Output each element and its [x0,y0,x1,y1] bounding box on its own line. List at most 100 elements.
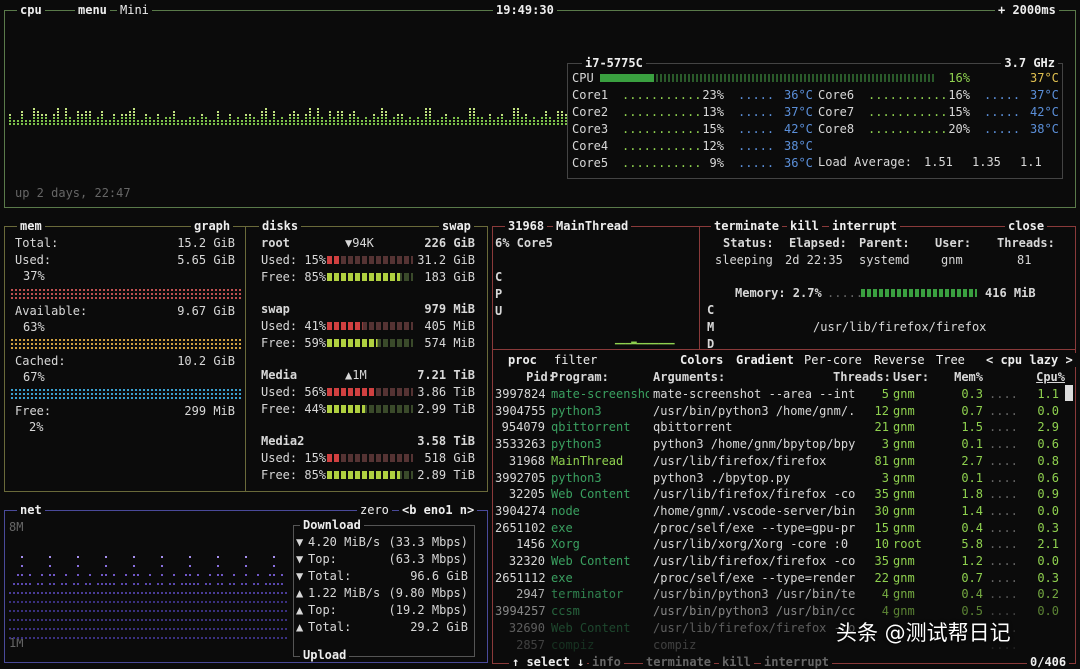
net-graph-dot [185,583,187,585]
interval-button[interactable]: + 2000ms [995,3,1059,17]
disk-name[interactable]: swap [261,301,290,317]
gradient-toggle[interactable]: Gradient [733,353,797,367]
percore-toggle[interactable]: Per-core [801,353,865,367]
disk-free: 2.89 TiB [417,468,475,482]
mem-graph-dot [163,343,165,345]
mem-graph-dot [191,339,193,341]
proc-row[interactable]: 2947 terminator /usr/bin/python3 /usr/bi… [493,586,1063,602]
proc-terminate-button[interactable]: terminate [643,655,715,669]
mem-graph-dot [223,397,225,399]
proc-header[interactable]: Arguments: [653,369,725,385]
kill-button[interactable]: kill [787,219,822,233]
net-graph-dot [217,592,219,594]
mem-graph-dot [15,389,17,391]
mode-button[interactable]: Mini [117,3,152,17]
net-graph [9,556,287,639]
proc-row[interactable]: 2651102 exe /proc/self/exe --type=gpu-pr… [493,520,1063,536]
proc-row[interactable]: 3533263 python3 python3 /home/gnm/bpytop… [493,436,1063,452]
terminate-button[interactable]: terminate [711,219,783,233]
menu-button[interactable]: menu [75,3,110,17]
proc-kill-button[interactable]: kill [719,655,754,669]
proc-row[interactable]: 32205 Web Content /usr/lib/firefox/firef… [493,486,1063,502]
cpu-graph-dot [453,117,455,119]
net-graph-dot [133,565,135,567]
info-button[interactable]: info [589,655,624,669]
cpu-graph-dot [417,123,419,125]
proc-header[interactable]: Pid: [495,369,555,385]
proc-header[interactable]: Mem% [939,369,983,385]
net-graph-dot [53,628,55,630]
proc-row[interactable]: 3904755 python3 /usr/bin/python3 /home/g… [493,403,1063,419]
cpu-graph-dot [269,123,271,125]
mem-graph-dot [79,343,81,345]
proc-row[interactable]: 3992705 python3 python3 ./bpytop.py 3 gn… [493,470,1063,486]
proc-row[interactable]: 3994257 ccsm /usr/bin/python3 /usr/bin/c… [493,603,1063,619]
close-button[interactable]: close [1005,219,1048,233]
mem-graph-dot [123,393,125,395]
select-nav[interactable]: ↑ select ↓ [509,655,588,669]
proc-row[interactable]: 1456 Xorg /usr/lib/xorg/Xorg -core :0 - … [493,536,1063,552]
net-graph-dot [69,628,71,630]
disk-name[interactable]: Media [261,367,297,383]
proc-user: gnm [893,453,915,468]
mem-label[interactable]: mem [17,219,45,233]
proc-label[interactable]: proc [505,353,540,367]
colors-toggle[interactable]: Colors [677,353,727,367]
proc-row[interactable]: 32320 Web Content /usr/lib/firefox/firef… [493,553,1063,569]
net-graph-dot [193,592,195,594]
net-graph-dot [217,556,219,558]
sort-selector[interactable]: < cpu lazy > [983,353,1076,367]
net-graph-dot [29,583,31,585]
disk-name[interactable]: root [261,235,290,251]
net-iface-selector[interactable]: <b eno1 n> [399,503,478,517]
net-graph-dot [29,592,31,594]
mem-graph-toggle[interactable]: graph [191,219,234,233]
proc-interrupt-button[interactable]: interrupt [761,655,833,669]
interrupt-button[interactable]: interrupt [829,219,901,233]
proc-header[interactable]: Threads: [833,369,891,385]
proc-row[interactable]: 3904274 node /home/gnm/.vscode-server/bi… [493,503,1063,519]
proc-header[interactable]: Program: [551,369,609,385]
mem-graph-dot [103,343,105,345]
disk-name[interactable]: Media2 [261,433,304,449]
proc-row[interactable]: 3997824 mate-screensho mate-screenshot -… [493,386,1063,402]
net-graph-dot [41,637,43,639]
tree-toggle[interactable]: Tree [933,353,968,367]
net-graph-dot [277,601,279,603]
mem-graph-dot [239,297,241,299]
net-graph-dot [117,610,119,612]
mem-graph-dot [127,339,129,341]
proc-row[interactable]: 954079 qbittorrent qbittorrent 21 gnm 1.… [493,419,1063,435]
proc-header[interactable]: User: [893,369,929,385]
net-row-value: (9.80 Mbps) [388,586,468,600]
net-graph-dot [193,619,195,621]
mem-graph-dot [55,293,57,295]
mem-graph-dot [191,393,193,395]
cpu-graph-dot [477,123,479,125]
swap-toggle[interactable]: swap [439,219,474,233]
proc-row[interactable]: 31968 MainThread /usr/lib/firefox/firefo… [493,453,1063,469]
reverse-toggle[interactable]: Reverse [871,353,928,367]
cpu-label[interactable]: cpu [17,3,45,17]
cpu-graph-dot [185,123,187,125]
proc-scrollbar[interactable] [1065,385,1073,401]
cpu-graph-dot [417,117,419,119]
net-graph-dot [221,610,223,612]
net-label[interactable]: net [17,503,45,517]
net-zero-button[interactable]: zero [357,503,392,517]
disks-label[interactable]: disks [259,219,302,233]
net-graph-dot [193,601,195,603]
proc-header[interactable]: Cpu% [1029,369,1065,385]
mem-graph-dot [31,397,33,399]
filter-button[interactable]: filter [551,353,601,367]
proc-row[interactable]: 2651112 exe /proc/self/exe --type=render… [493,570,1063,586]
net-graph-dot [285,637,287,639]
net-graph-dot [273,619,275,621]
proc-user: gnm [893,403,915,418]
net-graph-dot [181,583,183,585]
net-graph-dot [273,637,275,639]
net-graph-dot [233,583,235,585]
cpu-graph-dot [261,114,263,116]
mem-graph-dot [155,297,157,299]
mem-graph-dot [211,293,213,295]
